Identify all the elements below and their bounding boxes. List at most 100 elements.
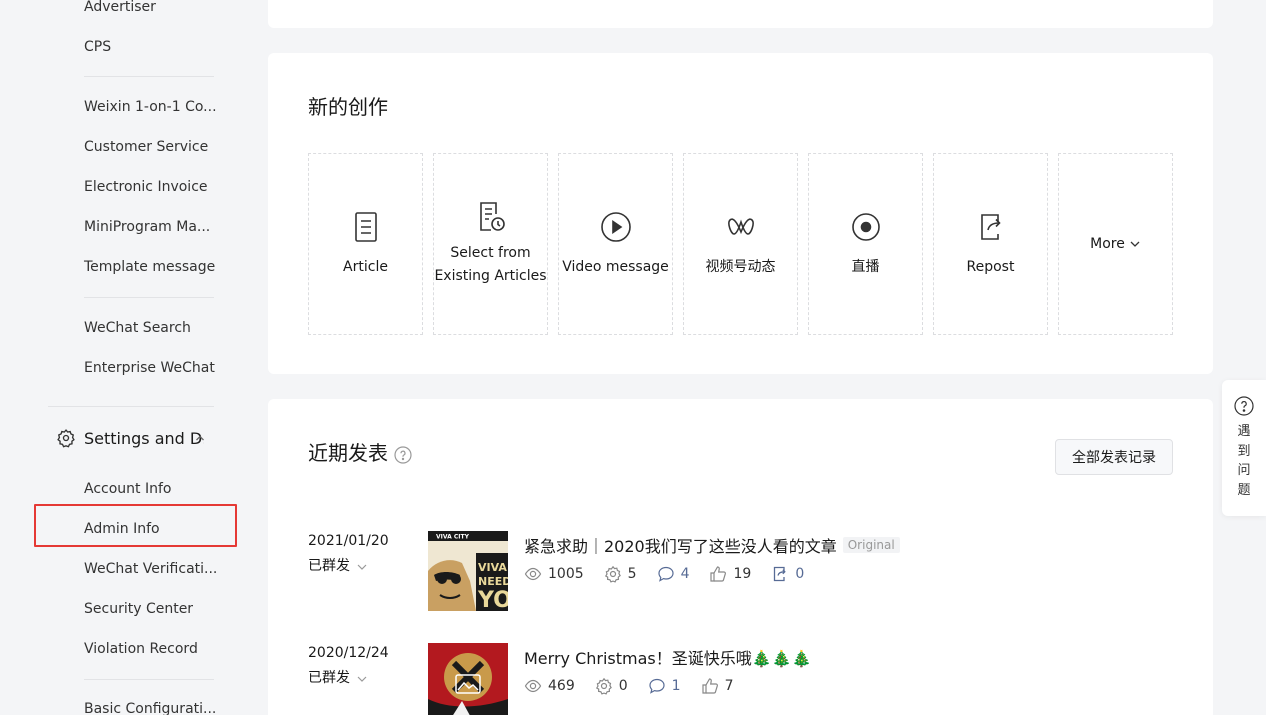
- post-status-dropdown[interactable]: 已群发: [308, 555, 368, 575]
- sidebar-item-wechat-verification[interactable]: WeChat Verificati...: [84, 559, 217, 579]
- settings-section-title: Settings and D...: [84, 428, 204, 448]
- post-row: 2020/12/24 已群发 Merry Christmas！圣诞快乐哦🎄🎄🎄 …: [308, 643, 1168, 715]
- create-live-label: 直播: [851, 258, 880, 275]
- share-gear-icon: [604, 565, 621, 583]
- sidebar-item-violation-record[interactable]: Violation Record: [84, 639, 198, 659]
- views-count: 1005: [548, 566, 584, 582]
- create-repost-label: Repost: [966, 258, 1015, 275]
- post-title[interactable]: 紧急求助｜2020我们写了这些没人看的文章 Original: [524, 533, 900, 557]
- shares-count: 5: [627, 566, 637, 582]
- svg-text:YO: YO: [477, 588, 508, 611]
- reposts-count: 0: [795, 566, 805, 582]
- new-creation-card: 新的创作 Article Select from Existing Articl…: [268, 53, 1213, 374]
- post-title-text: 紧急求助｜2020我们写了这些没人看的文章: [524, 537, 837, 556]
- post-status-dropdown[interactable]: 已群发: [308, 667, 368, 687]
- settings-section-header[interactable]: Settings and D...: [56, 426, 216, 450]
- sidebar-item-account-info[interactable]: Account Info: [84, 479, 171, 499]
- sidebar-item-cps[interactable]: CPS: [84, 37, 111, 57]
- chevron-down-icon: [357, 676, 367, 682]
- thumbs-up-icon: [701, 678, 718, 694]
- chevron-down-icon: [1130, 241, 1140, 247]
- new-creation-title: 新的创作: [308, 95, 388, 119]
- help-float-text: 遇到问题: [1237, 424, 1251, 498]
- repost-icon: [980, 213, 1001, 240]
- post-thumbnail-image: [428, 643, 508, 715]
- sidebar-item-miniprogram[interactable]: MiniProgram Ma...: [84, 217, 210, 237]
- stat-comments[interactable]: 4: [657, 565, 690, 583]
- sidebar-item-security-center[interactable]: Security Center: [84, 599, 193, 619]
- recent-published-title: 近期发表: [308, 441, 388, 465]
- comments-count: 1: [671, 678, 681, 694]
- stat-shares: 5: [604, 565, 637, 583]
- sidebar-item-wechat-search[interactable]: WeChat Search: [84, 318, 191, 338]
- help-circle-icon[interactable]: [394, 445, 412, 464]
- create-article-tile[interactable]: Article: [308, 153, 423, 335]
- views-count: 469: [548, 678, 575, 694]
- post-row: 2021/01/20 已群发 VIVA CITY VIVA NEED YO 紧急…: [308, 531, 1168, 611]
- comments-count: 4: [680, 566, 690, 582]
- stat-likes: 19: [709, 565, 751, 583]
- chevron-up-icon: [196, 435, 204, 441]
- top-card: [268, 0, 1213, 28]
- post-thumbnail[interactable]: [428, 643, 508, 715]
- sidebar-divider: [84, 679, 214, 680]
- stat-shares: 0: [595, 677, 628, 695]
- post-thumbnail-image: VIVA CITY VIVA NEED YO: [428, 531, 508, 611]
- play-icon: [600, 211, 631, 242]
- sidebar-item-electronic-invoice[interactable]: Electronic Invoice: [84, 177, 208, 197]
- stat-reposts[interactable]: 0: [771, 565, 804, 583]
- post-date: 2020/12/24: [308, 645, 389, 661]
- sidebar: Advertiser CPS Weixin 1-on-1 Co... Custo…: [0, 0, 250, 715]
- recent-published-card: 近期发表 全部发表记录 2021/01/20 已群发 VIVA CITY VIV…: [268, 399, 1213, 715]
- shares-count: 0: [618, 678, 628, 694]
- svg-text:VIVA: VIVA: [478, 561, 507, 574]
- comment-icon: [657, 566, 674, 582]
- recent-published-heading: 近期发表: [308, 437, 412, 466]
- sidebar-item-advertiser[interactable]: Advertiser: [84, 0, 156, 17]
- sidebar-item-basic-configuration[interactable]: Basic Configurati...: [84, 699, 216, 715]
- likes-count: 19: [733, 566, 752, 582]
- sidebar-divider: [84, 297, 214, 298]
- stat-likes: 7: [701, 677, 734, 695]
- stat-views: 1005: [524, 565, 584, 583]
- create-article-label: Article: [343, 258, 388, 275]
- svg-text:NEED: NEED: [478, 575, 508, 588]
- article-icon: [354, 211, 377, 242]
- help-float-button[interactable]: 遇到问题: [1222, 380, 1266, 516]
- original-badge: Original: [842, 537, 900, 553]
- highlight-box: [34, 504, 237, 547]
- repost-icon: [774, 566, 787, 582]
- sidebar-divider: [84, 76, 214, 77]
- sidebar-divider: [48, 406, 214, 407]
- post-title[interactable]: Merry Christmas！圣诞快乐哦🎄🎄🎄: [524, 645, 812, 669]
- post-status-label: 已群发: [308, 558, 350, 574]
- create-select-existing-tile[interactable]: Select from Existing Articles: [433, 153, 548, 335]
- create-more-tile[interactable]: More: [1058, 153, 1173, 335]
- create-video-message-label: Video message: [562, 258, 669, 275]
- post-thumbnail[interactable]: VIVA CITY VIVA NEED YO: [428, 531, 508, 611]
- all-records-button[interactable]: 全部发表记录: [1055, 439, 1173, 475]
- create-select-existing-label: Select from Existing Articles: [434, 245, 547, 284]
- gear-icon: [57, 429, 75, 448]
- create-video-message-tile[interactable]: Video message: [558, 153, 673, 335]
- sidebar-item-enterprise-wechat[interactable]: Enterprise WeChat: [84, 358, 215, 378]
- question-icon: [1234, 396, 1254, 416]
- comment-icon: [649, 678, 665, 694]
- sidebar-item-template-message[interactable]: Template message: [84, 257, 215, 277]
- create-channels-label: 视频号动态: [705, 258, 776, 275]
- eye-icon: [524, 567, 542, 581]
- likes-count: 7: [724, 678, 734, 694]
- create-more-label: More: [1090, 235, 1125, 252]
- stat-comments[interactable]: 1: [648, 677, 681, 695]
- create-channels-tile[interactable]: 视频号动态: [683, 153, 798, 335]
- thumbs-up-icon: [710, 566, 727, 582]
- sidebar-item-customer-service[interactable]: Customer Service: [84, 137, 208, 157]
- channels-icon: [727, 217, 754, 235]
- share-gear-icon: [595, 677, 612, 695]
- sidebar-item-weixin-1on1[interactable]: Weixin 1-on-1 Co...: [84, 97, 217, 117]
- create-live-tile[interactable]: 直播: [808, 153, 923, 335]
- stat-views: 469: [524, 677, 575, 695]
- create-repost-tile[interactable]: Repost: [933, 153, 1048, 335]
- chevron-down-icon: [357, 564, 367, 570]
- post-date: 2021/01/20: [308, 533, 389, 549]
